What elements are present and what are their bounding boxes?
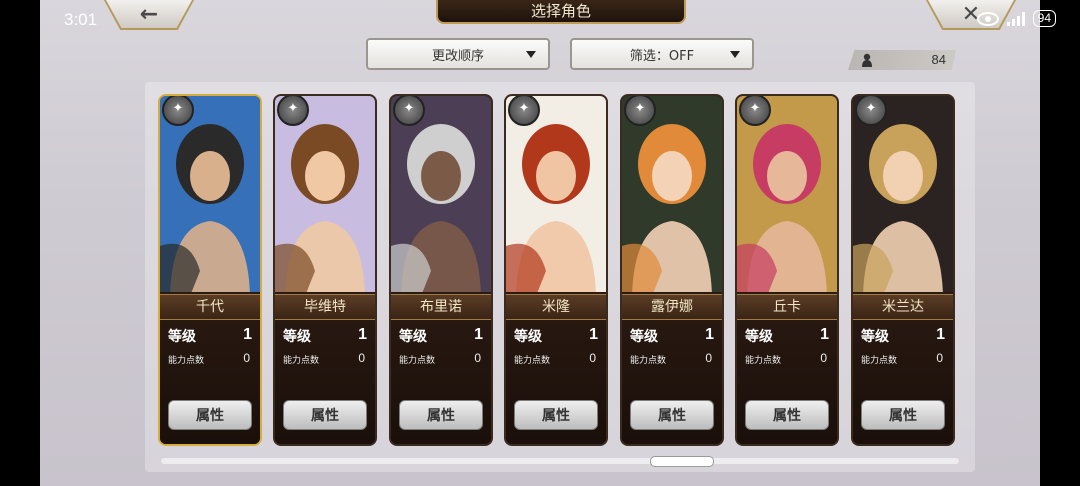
character-portrait [737,96,837,296]
attribute-button[interactable]: 属性 [399,400,483,430]
chevron-down-icon [526,51,536,58]
character-name: 千代 [160,294,260,320]
ability-points-label: 能力点数 [745,356,782,366]
level-label: 等级 [630,329,658,345]
ability-points-value: 0 [243,351,250,365]
level-label: 等级 [168,329,196,345]
attribute-button[interactable]: 属性 [168,400,252,430]
attribute-button[interactable]: 属性 [283,400,367,430]
level-value: 1 [705,326,714,343]
user-icon [862,53,872,67]
level-value: 1 [589,326,598,343]
character-list-panel: ✦ 千代 等级 1 能力点数 0 属性 ✦ 毕维特 等级 1 能力点数 0 属性 [145,82,975,472]
horizontal-scrollbar[interactable] [161,458,959,464]
level-value: 1 [243,326,252,343]
level-label: 等级 [283,329,311,345]
character-name: 毕维特 [275,294,375,320]
level-label: 等级 [399,329,427,345]
ability-points-value: 0 [820,351,827,365]
character-name: 布里诺 [391,294,491,320]
character-card[interactable]: ✦ 布里诺 等级 1 能力点数 0 属性 [391,96,491,444]
level-label: 等级 [861,329,889,345]
signal-icon [1006,11,1025,26]
attribute-button[interactable]: 属性 [630,400,714,430]
character-count: 84 [931,52,946,67]
status-time: 3:01 [64,10,98,29]
attribute-button[interactable]: 属性 [745,400,829,430]
character-portrait [391,96,491,296]
ability-points-value: 0 [705,351,712,365]
level-value: 1 [936,326,945,343]
sort-label: 更改顺序 [431,48,484,64]
game-screen: ← 选择角色 ✕ 更改顺序 筛选：OFF 84 ✦ 千代 等级 1 能力点数 0 [40,0,1040,486]
character-card[interactable]: ✦ 米隆 等级 1 能力点数 0 属性 [506,96,606,444]
eye-icon [976,11,999,26]
level-value: 1 [820,326,829,343]
sort-dropdown[interactable]: 更改顺序 [366,38,550,70]
ability-points-label: 能力点数 [399,356,436,366]
battery-indicator: 94 [1032,10,1056,27]
character-name: 米兰达 [853,294,953,320]
ability-points-label: 能力点数 [514,356,551,366]
character-name: 米隆 [506,294,606,320]
level-value: 1 [474,326,483,343]
character-card[interactable]: ✦ 毕维特 等级 1 能力点数 0 属性 [275,96,375,444]
level-value: 1 [358,326,367,343]
ability-points-label: 能力点数 [630,356,667,366]
character-name: 露伊娜 [622,294,722,320]
character-portrait [506,96,606,296]
character-card[interactable]: ✦ 米兰达 等级 1 能力点数 0 属性 [853,96,953,444]
attribute-button[interactable]: 属性 [514,400,598,430]
character-card[interactable]: ✦ 丘卡 等级 1 能力点数 0 属性 [737,96,837,444]
character-portrait [160,96,260,296]
character-card[interactable]: ✦ 千代 等级 1 能力点数 0 属性 [160,96,260,444]
ability-points-value: 0 [474,351,481,365]
filter-label: 筛选：OFF [629,48,695,64]
ability-points-value: 0 [589,351,596,365]
ability-points-label: 能力点数 [168,356,205,366]
ability-points-value: 0 [358,351,365,365]
character-portrait [622,96,722,296]
ability-points-label: 能力点数 [861,356,898,366]
ability-points-value: 0 [936,351,943,365]
chevron-down-icon [730,51,740,58]
character-count-badge: 84 [848,50,956,70]
filter-dropdown[interactable]: 筛选：OFF [570,38,754,70]
character-portrait [853,96,953,296]
status-bar: 3:01 94 [0,0,1080,40]
character-card[interactable]: ✦ 露伊娜 等级 1 能力点数 0 属性 [622,96,722,444]
character-name: 丘卡 [737,294,837,320]
status-icons: 94 [976,10,1056,27]
level-label: 等级 [745,329,773,345]
character-portrait [275,96,375,296]
scrollbar-thumb[interactable] [650,456,714,467]
ability-points-label: 能力点数 [283,356,320,366]
level-label: 等级 [514,329,542,345]
attribute-button[interactable]: 属性 [861,400,945,430]
